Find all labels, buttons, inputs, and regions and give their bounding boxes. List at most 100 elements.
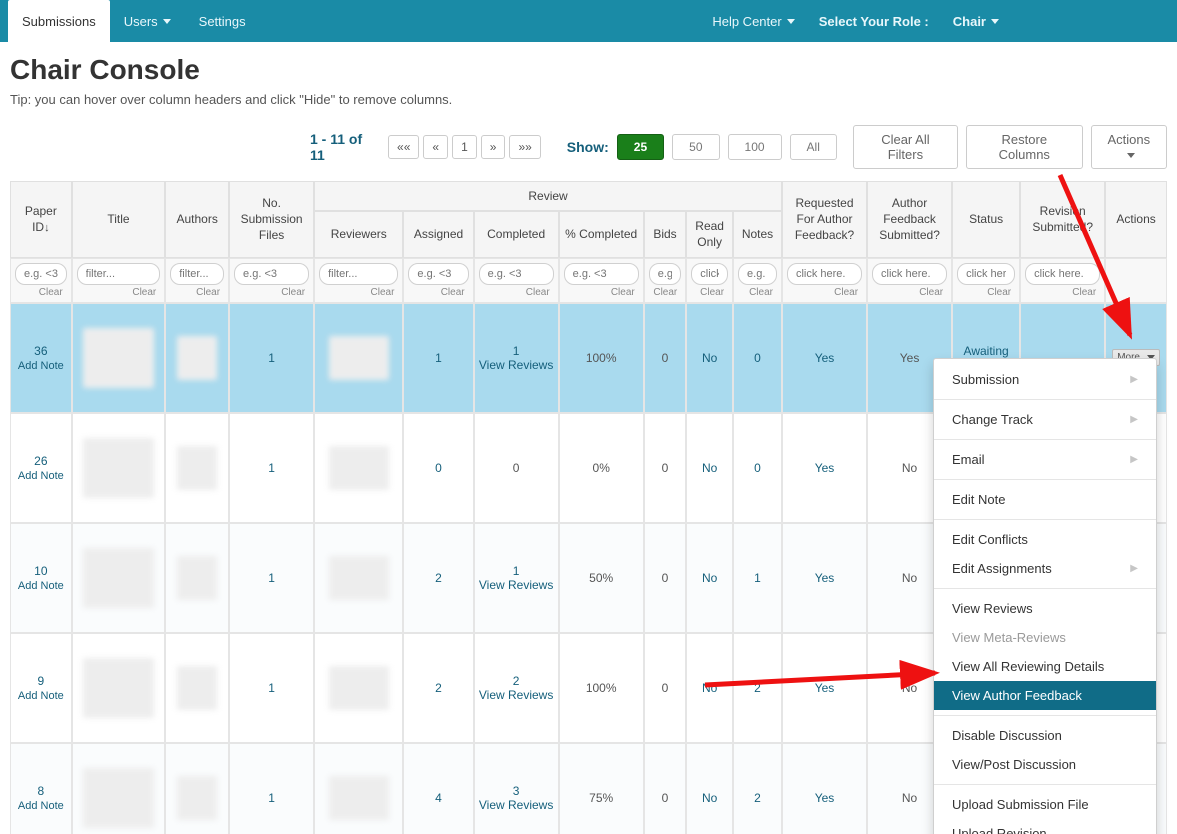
clear-filter[interactable]: Clear: [957, 285, 1015, 298]
clear-filter[interactable]: Clear: [872, 285, 947, 298]
clear-filter[interactable]: Clear: [408, 285, 468, 298]
notes-link[interactable]: 0: [754, 351, 761, 365]
col-feedback-sub[interactable]: Author Feedback Submitted?: [867, 181, 952, 258]
clear-filter[interactable]: Clear: [170, 285, 224, 298]
filter-status[interactable]: [957, 263, 1015, 285]
col-reviewers[interactable]: Reviewers: [314, 211, 403, 257]
pager-page-1[interactable]: 1: [452, 135, 477, 159]
menu-disable-discussion[interactable]: Disable Discussion: [934, 721, 1156, 750]
files-link[interactable]: 1: [268, 681, 275, 695]
pager-first[interactable]: ««: [388, 135, 419, 159]
clear-filter[interactable]: Clear: [787, 285, 862, 298]
filter-id[interactable]: [15, 263, 67, 285]
filter-authors[interactable]: [170, 263, 224, 285]
col-rev-sub[interactable]: Revision Submitted?: [1020, 181, 1105, 258]
filter-reviewers[interactable]: [319, 263, 398, 285]
tab-submissions[interactable]: Submissions: [8, 0, 110, 42]
add-note-link[interactable]: Add Note: [15, 360, 67, 372]
filter-notes[interactable]: [738, 263, 777, 285]
col-status[interactable]: Status: [952, 181, 1020, 258]
pager-last[interactable]: »»: [509, 135, 540, 159]
col-bids[interactable]: Bids: [644, 211, 687, 257]
clear-filter[interactable]: Clear: [234, 285, 309, 298]
menu-view-author-feedback[interactable]: View Author Feedback: [934, 681, 1156, 710]
clear-all-filters-button[interactable]: Clear All Filters: [853, 125, 958, 169]
clear-filter[interactable]: Clear: [738, 285, 777, 298]
filter-readonly[interactable]: [691, 263, 728, 285]
notes-link[interactable]: 2: [754, 791, 761, 805]
assigned-link[interactable]: 4: [435, 791, 442, 805]
menu-edit-note[interactable]: Edit Note: [934, 485, 1156, 514]
clear-filter[interactable]: Clear: [479, 285, 554, 298]
pagesize-50[interactable]: 50: [672, 134, 719, 160]
assigned-link[interactable]: 0: [435, 461, 442, 475]
req-feedback-link[interactable]: Yes: [815, 681, 835, 695]
req-feedback-link[interactable]: Yes: [815, 351, 835, 365]
menu-email[interactable]: Email▶: [934, 445, 1156, 474]
clear-filter[interactable]: Clear: [691, 285, 728, 298]
menu-submission[interactable]: Submission▶: [934, 365, 1156, 394]
assigned-link[interactable]: 2: [435, 571, 442, 585]
filter-title[interactable]: [77, 263, 161, 285]
readonly-link[interactable]: No: [702, 571, 717, 585]
notes-link[interactable]: 0: [754, 461, 761, 475]
col-title[interactable]: Title: [72, 181, 166, 258]
files-link[interactable]: 1: [268, 791, 275, 805]
menu-edit-conflicts[interactable]: Edit Conflicts: [934, 525, 1156, 554]
menu-view-reviews[interactable]: View Reviews: [934, 594, 1156, 623]
add-note-link[interactable]: Add Note: [15, 800, 67, 812]
filter-assigned[interactable]: [408, 263, 468, 285]
filter-rev[interactable]: [1025, 263, 1100, 285]
menu-upload-submission[interactable]: Upload Submission File: [934, 790, 1156, 819]
readonly-link[interactable]: No: [702, 791, 717, 805]
col-assigned[interactable]: Assigned: [403, 211, 473, 257]
notes-link[interactable]: 1: [754, 571, 761, 585]
view-reviews-link[interactable]: View Reviews: [479, 358, 553, 372]
role-selector[interactable]: Chair: [939, 0, 1013, 42]
clear-filter[interactable]: Clear: [564, 285, 639, 298]
files-link[interactable]: 1: [268, 351, 275, 365]
restore-columns-button[interactable]: Restore Columns: [966, 125, 1083, 169]
paper-id-link[interactable]: 26: [15, 454, 67, 468]
req-feedback-link[interactable]: Yes: [815, 571, 835, 585]
assigned-link[interactable]: 1: [435, 351, 442, 365]
pagesize-all[interactable]: All: [790, 134, 837, 160]
add-note-link[interactable]: Add Note: [15, 690, 67, 702]
add-note-link[interactable]: Add Note: [15, 470, 67, 482]
paper-id-link[interactable]: 9: [15, 674, 67, 688]
menu-upload-revision[interactable]: Upload Revision: [934, 819, 1156, 834]
paper-id-link[interactable]: 36: [15, 344, 67, 358]
readonly-link[interactable]: No: [702, 461, 717, 475]
pagesize-25[interactable]: 25: [617, 134, 664, 160]
clear-filter[interactable]: Clear: [77, 285, 161, 298]
pager-next[interactable]: »: [481, 135, 506, 159]
paper-id-link[interactable]: 8: [15, 784, 67, 798]
help-center[interactable]: Help Center: [698, 0, 808, 42]
col-pct[interactable]: % Completed: [559, 211, 644, 257]
filter-req[interactable]: [787, 263, 862, 285]
assigned-link[interactable]: 2: [435, 681, 442, 695]
clear-filter[interactable]: Clear: [649, 285, 682, 298]
view-reviews-link[interactable]: View Reviews: [479, 578, 553, 592]
col-notes[interactable]: Notes: [733, 211, 782, 257]
actions-button[interactable]: Actions: [1091, 125, 1167, 169]
readonly-link[interactable]: No: [702, 681, 717, 695]
clear-filter[interactable]: Clear: [1025, 285, 1100, 298]
pagesize-100[interactable]: 100: [728, 134, 782, 160]
filter-bids[interactable]: [649, 263, 682, 285]
menu-edit-assignments[interactable]: Edit Assignments▶: [934, 554, 1156, 583]
col-req-feedback[interactable]: Requested For Author Feedback?: [782, 181, 867, 258]
filter-fsub[interactable]: [872, 263, 947, 285]
paper-id-link[interactable]: 10: [15, 564, 67, 578]
notes-link[interactable]: 2: [754, 681, 761, 695]
req-feedback-link[interactable]: Yes: [815, 461, 835, 475]
view-reviews-link[interactable]: View Reviews: [479, 798, 553, 812]
add-note-link[interactable]: Add Note: [15, 580, 67, 592]
tab-settings[interactable]: Settings: [185, 0, 260, 42]
readonly-link[interactable]: No: [702, 351, 717, 365]
filter-pct[interactable]: [564, 263, 639, 285]
clear-filter[interactable]: Clear: [319, 285, 398, 298]
files-link[interactable]: 1: [268, 461, 275, 475]
col-paper-id[interactable]: Paper ID↓: [10, 181, 72, 258]
col-readonly[interactable]: Read Only: [686, 211, 733, 257]
